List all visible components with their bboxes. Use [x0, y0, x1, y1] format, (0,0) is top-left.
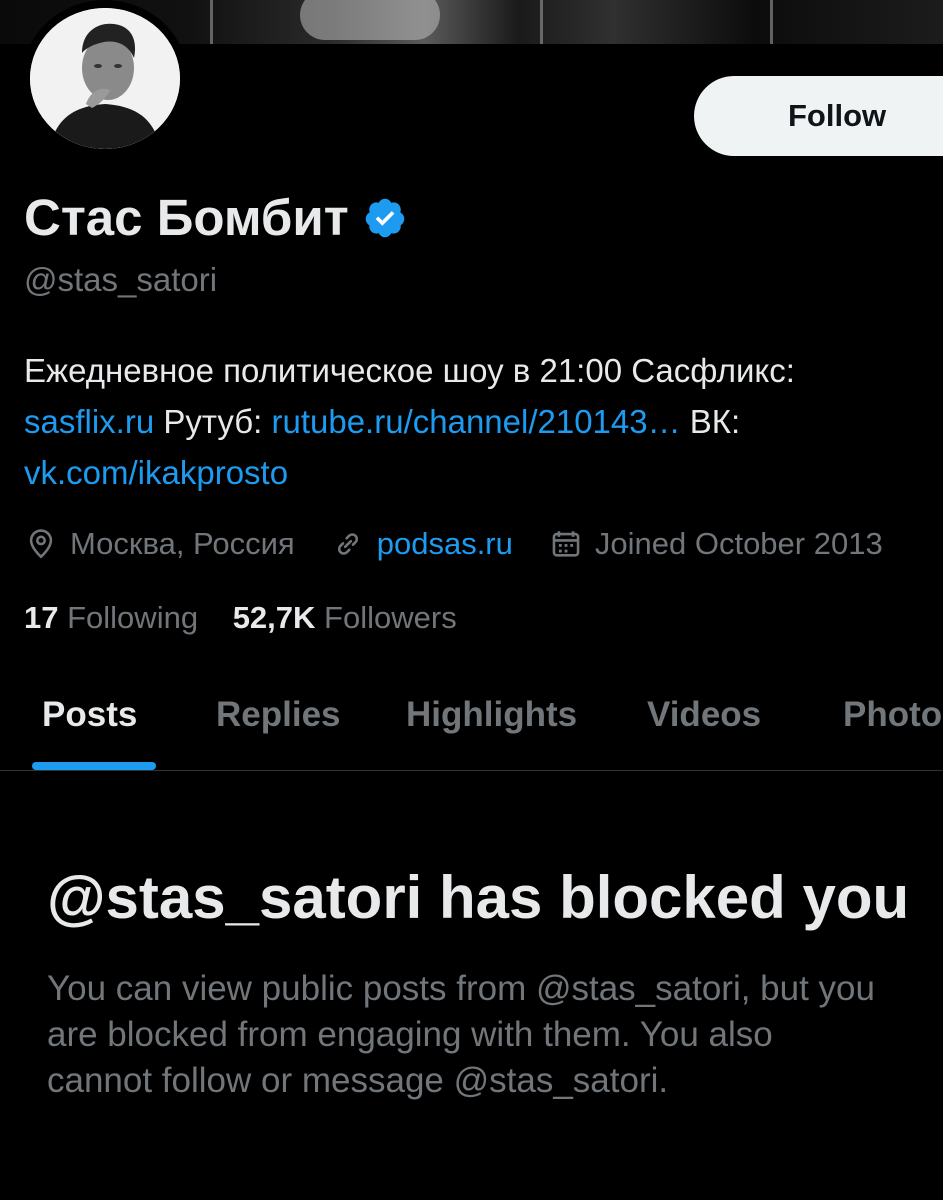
tab-videos[interactable]: Videos	[647, 690, 761, 740]
meta-joined-text: Joined October 2013	[594, 526, 883, 561]
blocked-title: @stas_satori has blocked you	[47, 864, 910, 931]
location-pin-icon	[29, 529, 53, 559]
meta-website[interactable]: podsas.ru	[331, 520, 513, 568]
verified-badge-icon[interactable]	[363, 196, 407, 240]
bio-link-sasflix[interactable]: sasflix.ru	[24, 403, 154, 440]
blocked-line-2: are blocked from engaging with them. You…	[47, 1015, 773, 1054]
bio-text-vk: ВК:	[680, 403, 741, 440]
bio-line-2: sasflix.ru Рутуб: rutube.ru/channel/2101…	[24, 396, 943, 447]
followers-link[interactable]: 52,7K Followers	[233, 600, 457, 635]
followers-label: Followers	[324, 600, 457, 635]
banner-stripe	[770, 0, 773, 44]
bio-link-rutube[interactable]: rutube.ru/channel/210143…	[271, 403, 680, 440]
meta-joined: Joined October 2013	[549, 520, 883, 568]
tab-photos[interactable]: Photos	[843, 690, 943, 740]
meta-location-text: Москва, Россия	[70, 526, 295, 561]
followers-count: 52,7K	[232, 600, 316, 635]
following-label: Following	[67, 600, 199, 635]
link-icon	[337, 533, 358, 555]
profile-name: Стас Бомбит	[24, 188, 407, 248]
banner-stripe	[540, 0, 543, 44]
blocked-line-1: You can view public posts from @stas_sat…	[47, 969, 875, 1008]
profile-name-text: Стас Бомбит	[24, 189, 349, 246]
active-tab-indicator	[32, 762, 156, 770]
meta-location: Москва, Россия	[24, 520, 295, 568]
avatar-portrait-icon	[30, 8, 180, 149]
avatar-photo	[30, 8, 180, 149]
profile-bio: Ежедневное политическое шоу в 21:00 Сасф…	[24, 345, 943, 498]
meta-website-link[interactable]: podsas.ru	[377, 520, 513, 568]
tab-highlights[interactable]: Highlights	[406, 690, 577, 740]
following-count: 17	[24, 600, 59, 635]
banner-stripe	[210, 0, 213, 44]
profile-tabs: Posts Replies Highlights Videos Photos	[0, 660, 943, 771]
profile-meta: Москва, Россия podsas.ru Joined October …	[24, 520, 919, 568]
bio-link-vk[interactable]: vk.com/ikakprosto	[24, 454, 288, 491]
bio-line-3: vk.com/ikakprosto	[24, 447, 943, 498]
tab-posts[interactable]: Posts	[42, 690, 137, 740]
blocked-line-3: cannot follow or message @stas_satori.	[47, 1061, 669, 1100]
bio-line-1: Ежедневное политическое шоу в 21:00 Сасф…	[24, 352, 795, 389]
bio-text-rutube: Рутуб:	[154, 403, 272, 440]
profile-handle: @stas_satori	[24, 261, 218, 298]
following-link[interactable]: 17 Following	[24, 600, 198, 635]
avatar[interactable]	[22, 0, 188, 157]
profile-stats: 17 Following 52,7K Followers	[24, 594, 483, 642]
follow-button[interactable]: Follow	[694, 76, 943, 156]
banner-guitar-shape	[300, 0, 440, 40]
calendar-icon	[552, 531, 580, 557]
tab-replies[interactable]: Replies	[216, 690, 341, 740]
blocked-description: You can view public posts from @stas_sat…	[47, 966, 943, 1104]
